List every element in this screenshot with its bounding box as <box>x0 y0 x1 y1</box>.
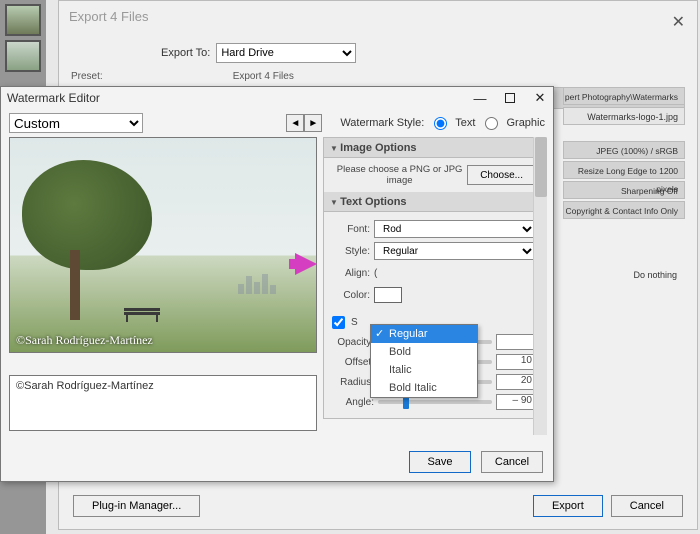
font-style-dropdown: Regular Bold Italic Bold Italic <box>370 324 478 398</box>
summary-resize: Resize Long Edge to 1200 pixels <box>563 161 685 179</box>
summary-sharpen: Sharpening Off <box>563 181 685 199</box>
export-summary-panel: pert Photography\Watermarks Watermarks-l… <box>563 87 685 285</box>
dropdown-item-bolditalic[interactable]: Bold Italic <box>371 379 477 397</box>
watermark-preset-select[interactable]: Custom <box>9 113 143 133</box>
color-swatch[interactable] <box>374 287 402 303</box>
style-text-label: Text <box>455 117 475 129</box>
export-subheader: Export 4 Files <box>233 71 294 85</box>
prev-button[interactable]: ◄ <box>286 114 304 132</box>
font-label: Font: <box>332 224 370 235</box>
wm-titlebar: Watermark Editor <box>1 87 553 109</box>
cancel-button[interactable]: Cancel <box>481 451 543 473</box>
watermark-editor-dialog: Watermark Editor Custom ◄ ► Watermark St… <box>0 86 554 482</box>
export-title: Export 4 Files <box>69 9 148 24</box>
offset-value[interactable]: 10 <box>496 354 536 370</box>
cancel-button[interactable]: Cancel <box>611 495 683 517</box>
radius-label: Radius: <box>332 377 374 388</box>
image-options-header[interactable]: Image Options <box>324 138 544 158</box>
export-to-label: Export To: <box>161 47 210 59</box>
watermark-style-group: Watermark Style: Text Graphic <box>340 117 545 130</box>
choose-button[interactable]: Choose... <box>467 165 536 185</box>
preset-label: Preset: <box>71 71 103 85</box>
export-to-select[interactable]: Hard Drive <box>216 43 356 63</box>
shadow-checkbox[interactable] <box>332 316 345 329</box>
style-text-radio[interactable] <box>434 117 447 130</box>
radius-value[interactable]: 20 <box>496 374 536 390</box>
text-options-header[interactable]: Text Options <box>324 192 544 212</box>
angle-value[interactable]: – 90 <box>496 394 536 410</box>
summary-filename: Watermarks-logo-1.jpg <box>563 107 685 125</box>
watermark-text-input[interactable]: ©Sarah Rodríguez-Martínez <box>9 375 317 431</box>
color-label: Color: <box>332 290 370 301</box>
thumbnail[interactable] <box>5 4 41 36</box>
angle-slider[interactable] <box>378 400 492 404</box>
summary-postprocess: Do nothing <box>563 265 685 285</box>
align-value: ( <box>374 268 536 279</box>
maximize-icon[interactable] <box>505 93 515 103</box>
thumbnail[interactable] <box>5 40 41 72</box>
style-label: Watermark Style: <box>340 117 424 129</box>
dropdown-item-italic[interactable]: Italic <box>371 361 477 379</box>
style-graphic-label: Graphic <box>506 117 545 129</box>
plugin-manager-button[interactable]: Plug-in Manager... <box>73 495 200 517</box>
close-icon[interactable]: ✕ <box>672 7 685 39</box>
callout-arrow-icon <box>295 253 317 275</box>
options-scrollbar[interactable] <box>533 137 547 435</box>
watermark-preview: ©Sarah Rodríguez-Martínez <box>9 137 317 353</box>
shadow-label: S <box>351 317 358 328</box>
image-hint: Please choose a PNG or JPG image <box>332 164 467 186</box>
angle-label: Angle: <box>332 397 374 408</box>
style-field-label: Style: <box>332 246 370 257</box>
minimize-icon[interactable] <box>473 91 487 105</box>
next-button[interactable]: ► <box>304 114 322 132</box>
options-panel: Image Options Please choose a PNG or JPG… <box>323 137 545 419</box>
font-style-select[interactable]: Regular <box>374 242 536 260</box>
save-button[interactable]: Save <box>409 451 471 473</box>
close-icon[interactable] <box>533 91 547 105</box>
watermark-overlay-text: ©Sarah Rodríguez-Martínez <box>16 333 153 348</box>
opacity-label: Opacity: <box>332 337 374 348</box>
summary-jpeg: JPEG (100%) / sRGB <box>563 141 685 159</box>
opacity-value[interactable] <box>496 334 536 350</box>
export-button[interactable]: Export <box>533 495 603 517</box>
wm-title: Watermark Editor <box>7 91 100 105</box>
font-select[interactable]: Rod <box>374 220 536 238</box>
align-label: Align: <box>332 268 370 279</box>
summary-copyright: Copyright & Contact Info Only <box>563 201 685 219</box>
dropdown-item-bold[interactable]: Bold <box>371 343 477 361</box>
export-titlebar: Export 4 Files ✕ <box>59 1 697 33</box>
dropdown-item-regular[interactable]: Regular <box>371 325 477 343</box>
offset-label: Offset: <box>332 357 374 368</box>
style-graphic-radio[interactable] <box>485 117 498 130</box>
summary-path: pert Photography\Watermarks <box>563 87 685 105</box>
